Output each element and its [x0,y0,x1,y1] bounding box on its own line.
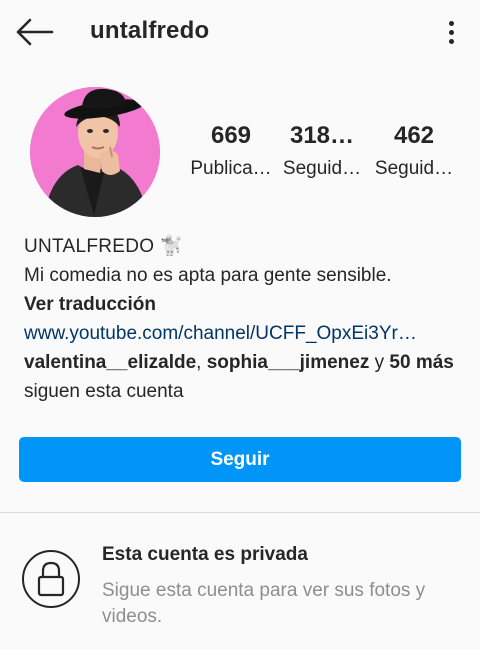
private-account-subtitle: Sigue esta cuenta para ver sus fotos y v… [102,580,426,627]
website-link[interactable]: www.youtube.com/channel/UCFF_OpxEi3Yr… [24,319,456,348]
see-translation-link[interactable]: Ver traducción [24,290,464,319]
stat-followers-label: Seguid… [282,158,362,179]
stat-posts[interactable]: 669 Publica… [183,122,279,180]
stat-posts-count: 669 [210,122,252,149]
bio-text: Mi comedia no es apta para gente sensibl… [24,265,392,286]
separator: , [196,352,207,373]
stat-followers-count: 318… [289,122,355,149]
bio-section: UNTALFREDO 🐩 Mi comedia no es apta para … [24,232,464,406]
stat-posts-label: Publica… [190,158,272,179]
stat-following-count: 462 [393,122,435,149]
top-bar: untalfredo [0,0,480,64]
private-account-title: Esta cuenta es privada [102,544,308,565]
avatar[interactable] [30,87,160,217]
arrow-left-icon[interactable] [14,16,56,48]
stat-followers[interactable]: 318… Seguid… [274,122,370,180]
stat-following-label: Seguid… [374,158,454,179]
and-text: y [369,352,390,373]
follower-name-2[interactable]: sophia___jimenez [207,352,370,373]
follow-button[interactable]: Seguir [19,437,461,482]
stat-following[interactable]: 462 Seguid… [366,122,462,180]
divider [0,512,480,513]
display-name: UNTALFREDO [24,236,155,257]
followed-by-text[interactable]: valentina__elizalde, sophia___jimenez y … [24,348,464,406]
followed-suffix: siguen esta cuenta [24,381,184,402]
follower-name-1[interactable]: valentina__elizalde [24,352,196,373]
profile-username-title: untalfredo [90,17,210,44]
poodle-emoji-icon: 🐩 [159,236,184,257]
more-followers[interactable]: 50 más [389,352,453,373]
more-vertical-icon[interactable] [440,18,462,48]
lock-icon [22,550,80,608]
